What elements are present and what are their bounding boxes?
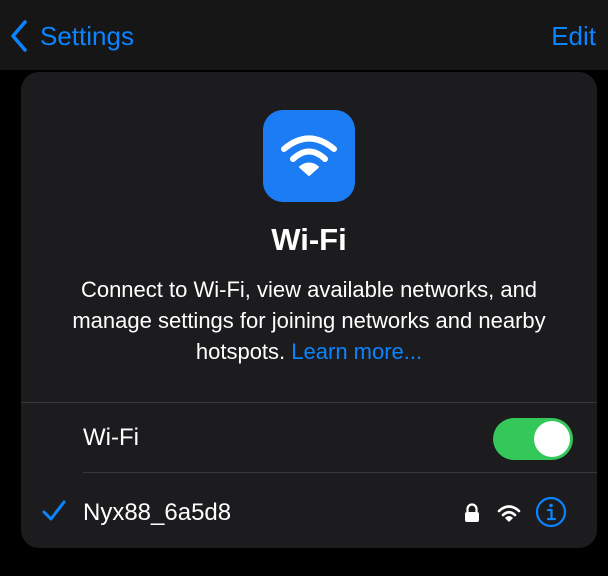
chevron-left-icon [11, 20, 27, 52]
wifi-settings-card: Wi-Fi Connect to Wi-Fi, view available n… [21, 72, 597, 548]
wifi-settings-screen: Settings Edit Wi-Fi Connect to Wi-Fi, vi… [0, 0, 608, 576]
learn-more-link[interactable]: Learn more... [291, 339, 422, 364]
divider [83, 472, 597, 473]
info-icon[interactable] [535, 496, 567, 528]
wifi-icon [281, 135, 337, 176]
divider [21, 402, 597, 403]
wifi-toggle-label: Wi-Fi [83, 424, 139, 451]
back-button[interactable]: Settings [8, 16, 134, 56]
wifi-signal-icon [497, 505, 521, 522]
page-description: Connect to Wi-Fi, view available network… [41, 274, 577, 367]
lock-icon [465, 503, 479, 522]
edit-button[interactable]: Edit [551, 16, 596, 56]
page-title: Wi-Fi [271, 222, 347, 257]
toggle-knob [534, 421, 570, 457]
connected-network-name[interactable]: Nyx88_6a5d8 [83, 497, 231, 529]
back-button-label: Settings [40, 21, 134, 51]
wifi-app-icon [263, 110, 355, 202]
checkmark-icon [42, 500, 66, 521]
navigation-bar: Settings Edit [0, 0, 608, 70]
wifi-toggle[interactable] [493, 418, 573, 460]
